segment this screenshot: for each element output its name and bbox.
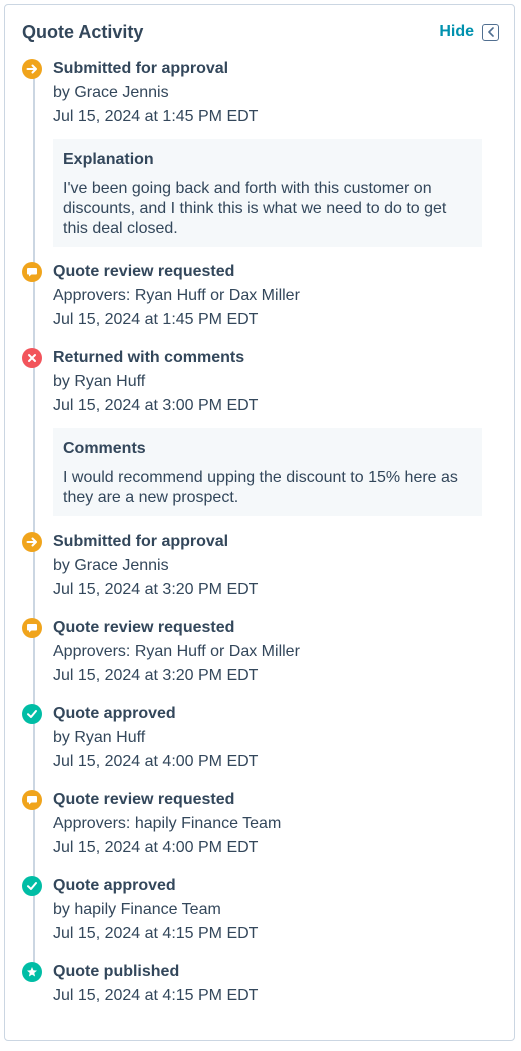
activity-event: Returned with comments by Ryan Huff Jul … [22,348,484,518]
activity-event: Quote review requested Approvers: Ryan H… [22,618,484,688]
event-title: Quote approved [53,705,176,722]
arrow-right-icon [22,59,42,79]
event-approvers: Approvers: Ryan Huff or Dax Miller [53,643,300,660]
event-title: Quote review requested [53,791,235,808]
event-timestamp: Jul 15, 2024 at 4:00 PM EDT [53,839,259,856]
event-timestamp: Jul 15, 2024 at 1:45 PM EDT [53,108,259,125]
event-title: Returned with comments [53,349,245,366]
activity-event: Quote review requested Approvers: hapily… [22,790,484,860]
collapse-left-icon [482,23,499,41]
event-title: Quote published [53,963,180,980]
note-title: Explanation [63,151,154,168]
note-body: I would recommend upping the discount to… [63,469,458,506]
event-title: Submitted for approval [53,60,229,77]
arrow-right-icon [22,532,42,552]
activity-event: Submitted for approval by Grace Jennis J… [22,59,484,249]
event-actor: by hapily Finance Team [53,901,221,918]
event-title: Submitted for approval [53,533,229,550]
hide-button[interactable]: Hide [439,19,499,45]
event-timestamp: Jul 15, 2024 at 3:20 PM EDT [53,581,259,598]
event-approvers: Approvers: hapily Finance Team [53,815,282,832]
activity-event: Quote published Jul 15, 2024 at 4:15 PM … [22,962,484,1008]
event-timestamp: Jul 15, 2024 at 1:45 PM EDT [53,311,259,328]
event-actor: by Ryan Huff [53,729,146,746]
activity-event: Quote approved by Ryan Huff Jul 15, 2024… [22,704,484,774]
explanation-note: Explanation I've been going back and for… [53,139,482,247]
x-icon [22,348,42,368]
event-actor: by Grace Jennis [53,84,169,101]
quote-activity-panel: Quote Activity Hide Submitted for approv… [4,4,515,1041]
event-timestamp: Jul 15, 2024 at 3:20 PM EDT [53,667,259,684]
comment-icon [22,790,42,810]
comment-icon [22,262,42,282]
event-actor: by Grace Jennis [53,557,169,574]
event-title: Quote review requested [53,263,235,280]
check-icon [22,704,42,724]
activity-event: Quote review requested Approvers: Ryan H… [22,262,484,332]
panel-header: Quote Activity Hide [22,19,499,45]
event-title: Quote approved [53,877,176,894]
note-title: Comments [63,440,146,457]
star-icon [22,962,42,982]
hide-label: Hide [439,23,474,40]
event-timestamp: Jul 15, 2024 at 3:00 PM EDT [53,397,259,414]
event-approvers: Approvers: Ryan Huff or Dax Miller [53,287,300,304]
event-title: Quote review requested [53,619,235,636]
check-icon [22,876,42,896]
event-actor: by Ryan Huff [53,373,146,390]
event-timestamp: Jul 15, 2024 at 4:00 PM EDT [53,753,259,770]
event-timestamp: Jul 15, 2024 at 4:15 PM EDT [53,987,259,1004]
comment-icon [22,618,42,638]
activity-event: Quote approved by hapily Finance Team Ju… [22,876,484,946]
event-timestamp: Jul 15, 2024 at 4:15 PM EDT [53,925,259,942]
comments-note: Comments I would recommend upping the di… [53,428,482,516]
activity-event: Submitted for approval by Grace Jennis J… [22,532,484,602]
note-body: I've been going back and forth with this… [63,180,447,237]
panel-title: Quote Activity [22,22,144,42]
